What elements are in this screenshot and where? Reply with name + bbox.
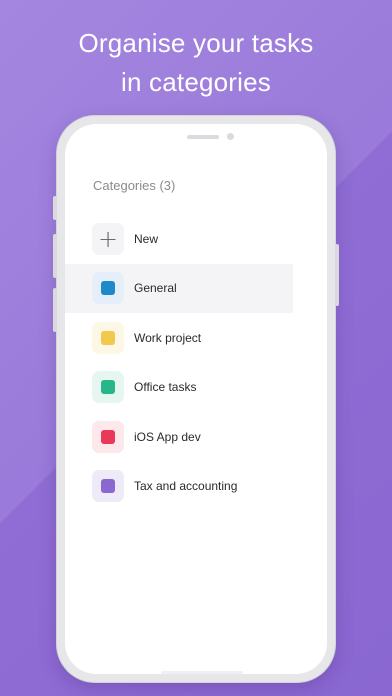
category-label: General (134, 281, 177, 296)
category-color-swatch (101, 330, 115, 345)
phone-volume-down-button (53, 288, 57, 332)
category-color-box (92, 470, 124, 503)
category-label: Work project (134, 330, 202, 345)
phone-side-button (53, 196, 57, 220)
category-item-ios-app-dev[interactable]: iOS App dev (65, 412, 293, 462)
category-color-box (92, 420, 124, 453)
headline-line-2: in categories (120, 67, 272, 97)
plus-icon: + (97, 224, 119, 253)
headline-line-1: Organise your tasks (78, 28, 314, 58)
category-color-box (92, 321, 124, 354)
phone-volume-up-button (53, 234, 57, 278)
category-color-swatch (101, 479, 115, 494)
phone-power-button (335, 244, 339, 306)
plus-icon-box: + (92, 222, 124, 255)
headline: Organise your tasks in categories (0, 24, 392, 102)
speaker-grille (187, 135, 219, 139)
category-label: iOS App dev (134, 429, 201, 444)
category-label: Office tasks (134, 380, 197, 395)
category-item-general[interactable]: General (65, 263, 293, 313)
category-item-work-project[interactable]: Work project (65, 313, 293, 363)
new-category-button[interactable]: + New (65, 214, 293, 264)
phone-screen: Categories (3) + New General Work projec… (65, 124, 327, 674)
category-item-office-tasks[interactable]: Office tasks (65, 363, 293, 413)
category-color-swatch (101, 281, 115, 296)
category-item-tax-and-accounting[interactable]: Tax and accounting (65, 462, 293, 512)
front-camera (227, 133, 234, 140)
category-color-swatch (101, 429, 115, 444)
phone-frame: Categories (3) + New General Work projec… (53, 116, 339, 682)
category-label: Tax and accounting (134, 479, 238, 494)
category-color-box (92, 371, 124, 404)
categories-title: Categories (3) (93, 178, 176, 193)
category-color-swatch (101, 380, 115, 395)
category-list: + New General Work project Office tasks … (65, 214, 293, 511)
home-indicator (161, 671, 243, 674)
new-category-label: New (134, 231, 159, 246)
category-color-box (92, 272, 124, 305)
